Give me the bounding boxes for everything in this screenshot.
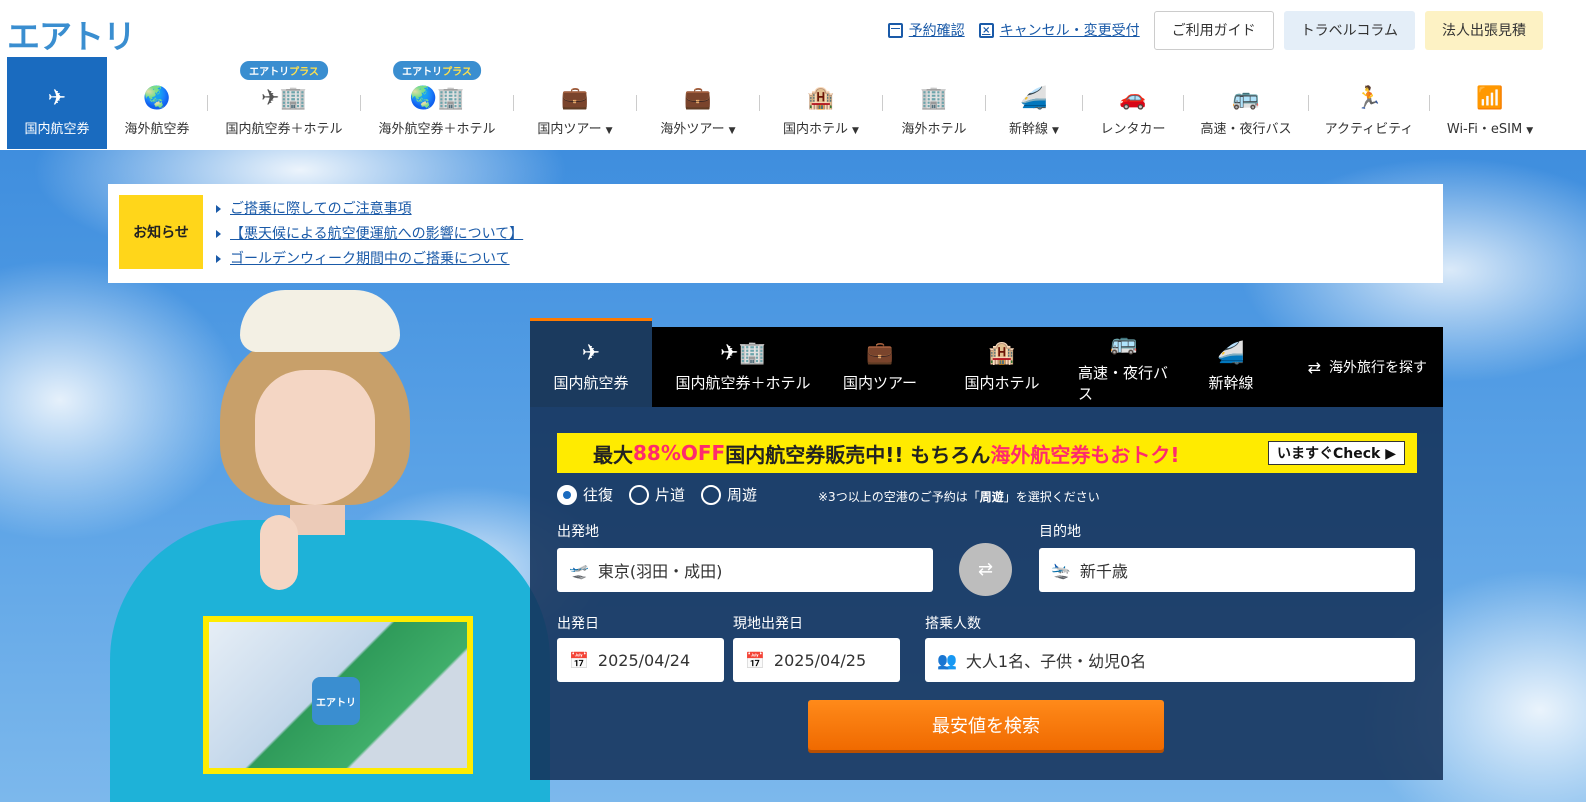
- search-form: 最大 88%OFF 国内航空券販売中!! もちろん 海外航空券もおトク! いますぐC…: [530, 407, 1443, 780]
- nav-international-flights[interactable]: 🌏 海外航空券: [107, 57, 207, 149]
- chevron-down-icon: ▼: [728, 126, 736, 136]
- nav-domestic-tours[interactable]: 💼 国内ツアー ▼: [514, 57, 636, 149]
- chevron-down-icon: ▼: [1052, 126, 1059, 136]
- airtrip-logo-icon: エアトリ: [312, 677, 360, 725]
- arrival-airport-field[interactable]: 🛬 新千歳: [1039, 548, 1415, 592]
- trip-type-radios: 往復 片道 周遊: [557, 484, 773, 505]
- swap-airports-button[interactable]: ⇄: [959, 543, 1012, 596]
- bullet-train-icon: 🚄: [1217, 341, 1245, 366]
- tab-shinkansen[interactable]: 🚄 新幹線: [1170, 327, 1292, 407]
- airplane-icon: ✈: [581, 341, 601, 366]
- depart-date-label: 出発日: [557, 616, 599, 632]
- plane-hotel-icon: ✈🏢: [720, 341, 766, 366]
- nav-wifi-esim[interactable]: 📶 Wi-Fi・eSIM ▼: [1430, 57, 1550, 149]
- tab-domestic-hotels[interactable]: 🏨 国内ホテル: [926, 327, 1078, 407]
- tab-domestic-flight-hotel[interactable]: ✈🏢 国内航空券＋ホテル: [652, 327, 834, 407]
- top-utility-links: 予約確認 × キャンセル・変更受付 ご利用ガイド トラベルコラム 法人出張見積: [887, 10, 1586, 50]
- nav-international-hotels[interactable]: 🏢 海外ホテル: [883, 57, 985, 149]
- notice-link[interactable]: 【悪天候による航空便運航への影響について】: [216, 224, 523, 249]
- nav-shinkansen[interactable]: 🚄 新幹線 ▼: [986, 57, 1082, 149]
- airplane-icon: ✈: [47, 86, 67, 111]
- departure-airport-field[interactable]: 🛫 東京(羽田・成田): [557, 548, 933, 592]
- travel-column-button[interactable]: トラベルコラム: [1283, 10, 1415, 50]
- cancel-change-link[interactable]: × キャンセル・変更受付: [978, 20, 1140, 40]
- overseas-travel-link[interactable]: ⇄ 海外旅行を探す: [1308, 327, 1443, 407]
- promo-collage-image[interactable]: エアトリ: [203, 616, 473, 774]
- from-label: 出発地: [557, 524, 599, 540]
- tab-domestic-flights[interactable]: ✈ 国内航空券: [530, 318, 652, 407]
- building-icon: 🏢: [920, 86, 948, 111]
- tab-highway-bus[interactable]: 🚌 高速・夜行バス: [1078, 327, 1170, 407]
- search-tabs: ✈ 国内航空券 ✈🏢 国内航空券＋ホテル 💼 国内ツアー 🏨 国内ホテル 🚌 高…: [530, 318, 1443, 407]
- corporate-quote-button[interactable]: 法人出張見積: [1425, 10, 1543, 50]
- mascot-hat: [240, 290, 400, 352]
- wifi-icon: 📶: [1476, 86, 1504, 111]
- radio-multi-city[interactable]: 周遊: [701, 484, 757, 505]
- tab-domestic-tours[interactable]: 💼 国内ツアー: [834, 327, 926, 407]
- suitcase-globe-icon: 💼: [684, 86, 712, 111]
- main-nav: ✈ 国内航空券 🌏 海外航空券 エアトリプラス ✈🏢 国内航空券＋ホテル エアト…: [7, 57, 1550, 149]
- search-lowest-price-button[interactable]: 最安値を検索: [808, 700, 1164, 750]
- mascot-hand: [260, 515, 298, 590]
- hotel-icon: 🏨: [807, 86, 835, 111]
- people-icon: 👥: [937, 650, 957, 670]
- nav-international-tours[interactable]: 💼 海外ツアー ▼: [637, 57, 759, 149]
- site-header: エアトリ 予約確認 × キャンセル・変更受付 ご利用ガイド トラベルコラム 法人…: [0, 0, 1586, 150]
- calendar-icon: 📅: [745, 650, 765, 670]
- booking-check-link[interactable]: 予約確認: [887, 20, 965, 40]
- airtrip-plus-badge: エアトリプラス: [240, 61, 328, 80]
- plane-hotel-icon: ✈🏢: [261, 86, 307, 111]
- passengers-label: 搭乗人数: [925, 616, 981, 632]
- running-person-icon: 🏃: [1355, 86, 1383, 111]
- site-logo[interactable]: エアトリ: [7, 10, 136, 58]
- bullet-train-icon: 🚄: [1020, 86, 1048, 111]
- mascot-face: [255, 370, 375, 505]
- globe-hotel-icon: 🌏🏢: [409, 86, 465, 111]
- suitcase-icon: 💼: [866, 341, 894, 366]
- notice-link[interactable]: ゴールデンウィーク期間中のご搭乗について: [216, 249, 523, 274]
- notice-link[interactable]: ご搭乗に際してのご注意事項: [216, 199, 523, 224]
- chevron-down-icon: ▼: [1526, 126, 1534, 136]
- sale-banner[interactable]: 最大 88%OFF 国内航空券販売中!! もちろん 海外航空券もおトク! いますぐC…: [557, 433, 1417, 473]
- nav-activities[interactable]: 🏃 アクティビティ: [1309, 57, 1429, 149]
- check-now-button[interactable]: いますぐCheck ▶: [1268, 441, 1405, 465]
- chevron-down-icon: ▼: [605, 126, 613, 136]
- nav-international-flight-hotel[interactable]: エアトリプラス 🌏🏢 海外航空券＋ホテル: [361, 57, 513, 149]
- bus-icon: 🚌: [1232, 86, 1260, 111]
- to-label: 目的地: [1039, 524, 1081, 540]
- nav-domestic-flight-hotel[interactable]: エアトリプラス ✈🏢 国内航空券＋ホテル: [208, 57, 360, 149]
- calendar-icon: 📅: [569, 650, 589, 670]
- nav-domestic-hotels[interactable]: 🏨 国内ホテル ▼: [760, 57, 882, 149]
- multi-city-note: ※3つ以上の空港のご予約は「周遊」を選択ください: [818, 490, 1100, 504]
- return-date-field[interactable]: 📅 2025/04/25: [733, 638, 900, 682]
- bus-icon: 🚌: [1110, 330, 1138, 356]
- landing-icon: 🛬: [1051, 560, 1071, 580]
- nav-highway-bus[interactable]: 🚌 高速・夜行バス: [1184, 57, 1308, 149]
- notice-label: お知らせ: [119, 195, 203, 269]
- passengers-field[interactable]: 👥 大人1名、子供・幼児0名: [925, 638, 1415, 682]
- airtrip-plus-badge: エアトリプラス: [393, 61, 481, 80]
- guide-button[interactable]: ご利用ガイド: [1153, 10, 1274, 50]
- search-panel: ✈ 国内航空券 ✈🏢 国内航空券＋ホテル 💼 国内ツアー 🏨 国内ホテル 🚌 高…: [530, 318, 1443, 780]
- notice-list: ご搭乗に際してのご注意事項 【悪天候による航空便運航への影響について】 ゴールデ…: [216, 199, 523, 274]
- nav-rental-car[interactable]: 🚗 レンタカー: [1083, 57, 1183, 149]
- chevron-down-icon: ▼: [852, 126, 859, 136]
- takeoff-icon: 🛫: [569, 560, 589, 580]
- globe-plane-icon: 🌏: [143, 86, 171, 111]
- nav-domestic-flights[interactable]: ✈ 国内航空券: [7, 57, 107, 149]
- swap-arrows-icon: ⇄: [1307, 357, 1321, 377]
- depart-date-field[interactable]: 📅 2025/04/24: [557, 638, 724, 682]
- hotel-icon: 🏨: [988, 341, 1016, 366]
- cancel-icon: ×: [978, 22, 994, 38]
- return-date-label: 現地出発日: [733, 616, 803, 632]
- radio-round-trip[interactable]: 往復: [557, 484, 613, 505]
- calendar-icon: [887, 22, 903, 38]
- radio-one-way[interactable]: 片道: [629, 484, 685, 505]
- hero-section: お知らせ ご搭乗に際してのご注意事項 【悪天候による航空便運航への影響について】…: [0, 150, 1586, 802]
- car-icon: 🚗: [1119, 86, 1147, 111]
- notice-box: お知らせ ご搭乗に際してのご注意事項 【悪天候による航空便運航への影響について】…: [108, 184, 1443, 283]
- suitcase-icon: 💼: [561, 86, 589, 111]
